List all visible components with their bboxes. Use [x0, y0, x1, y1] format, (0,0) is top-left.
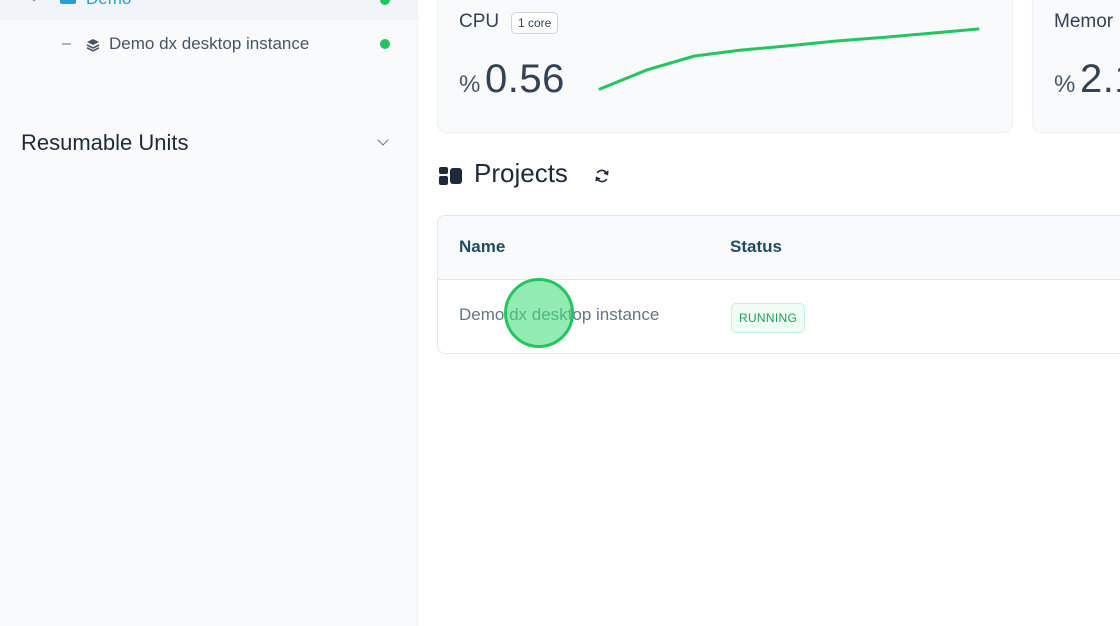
percent-unit: %	[1054, 71, 1076, 98]
memory-label: Memor	[1054, 11, 1114, 32]
table-header: Name Status	[438, 216, 1120, 280]
tree-item-demo-dx-desktop-instance[interactable]: – Demo dx desktop instance	[0, 30, 417, 60]
tree-item-demo[interactable]: Demo	[0, 0, 417, 20]
refresh-icon[interactable]	[594, 168, 610, 189]
click-indicator	[504, 278, 574, 348]
tree-item-label: Demo	[86, 0, 131, 8]
status-badge: RUNNING	[731, 303, 806, 333]
tree-item-label: Demo dx desktop instance	[109, 34, 310, 53]
status-online-dot	[380, 0, 390, 5]
dashboard-icon	[439, 167, 463, 190]
memory-metric-card: Memor % 2.1	[1032, 0, 1120, 133]
cpu-metric-card: CPU 1 core % 0.56	[437, 0, 1013, 133]
memory-value: 2.1	[1080, 57, 1120, 101]
layers-icon	[86, 38, 100, 57]
column-header-name[interactable]: Name	[459, 237, 505, 257]
section-resumable-units[interactable]: Resumable Units	[21, 128, 401, 160]
server-icon	[60, 0, 76, 4]
section-title: Resumable Units	[21, 130, 189, 155]
cpu-value: 0.56	[485, 57, 565, 101]
percent-unit: %	[459, 71, 481, 98]
cpu-label: CPU	[459, 11, 500, 32]
status-online-dot	[380, 39, 390, 49]
column-header-status[interactable]: Status	[730, 237, 782, 257]
projects-title: Projects	[474, 158, 568, 188]
chevron-down-icon[interactable]	[28, 0, 40, 2]
sidebar: Demo – Demo dx desktop instance Resumabl…	[0, 0, 418, 626]
cpu-trend-line	[598, 27, 980, 91]
cpu-core-badge: 1 core	[511, 12, 559, 34]
chevron-down-icon[interactable]	[377, 134, 389, 146]
tree-branch-dash: –	[62, 35, 71, 52]
cpu-sparkline	[598, 27, 980, 91]
